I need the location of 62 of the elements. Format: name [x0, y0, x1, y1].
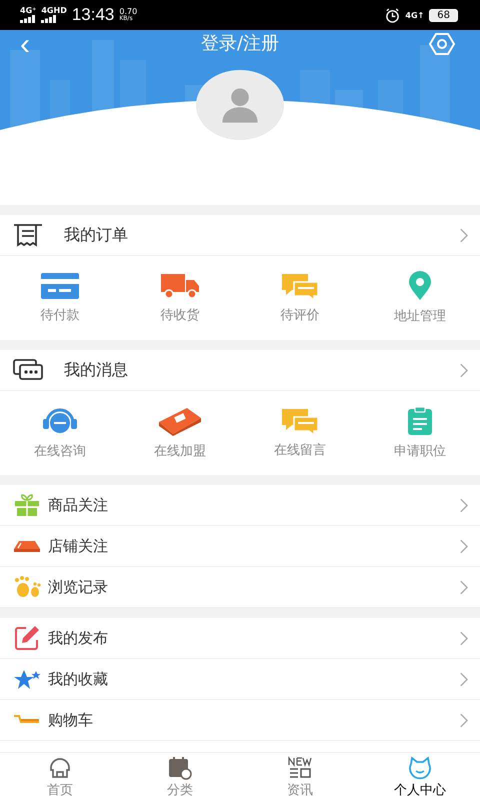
menu-item[interactable]: 店铺关注: [0, 526, 480, 567]
chevron-right-icon: [459, 672, 468, 686]
chevron-right-icon: [459, 712, 468, 728]
back-button[interactable]: ‹: [20, 30, 30, 60]
shortcut-item[interactable]: 待收货: [120, 272, 240, 324]
chevron-right-icon: [459, 228, 468, 242]
footprints-icon: [12, 575, 42, 599]
network-label: 4G⁺: [20, 7, 36, 15]
section-title: 我的消息: [64, 360, 129, 380]
menu-label: 商品关注: [48, 496, 109, 514]
shortcut-label: 申请职位: [394, 443, 446, 460]
shortcut-item[interactable]: 待评价: [240, 272, 360, 324]
menu-item[interactable]: 我的发布: [0, 618, 480, 659]
news-icon: [287, 756, 313, 780]
section-header[interactable]: 我的订单: [0, 215, 480, 256]
page-title[interactable]: 登录/注册: [160, 32, 320, 56]
settings-button[interactable]: [428, 32, 456, 56]
shortcut-label: 待付款: [40, 307, 80, 324]
clock: 13:43: [72, 5, 114, 25]
menu-item[interactable]: 我的收藏: [0, 659, 480, 700]
menu-item[interactable]: 购物车: [0, 700, 480, 741]
chevron-right-icon: [459, 630, 468, 646]
gift-icon: [12, 493, 42, 517]
shortcut-item[interactable]: 在线咨询: [0, 406, 120, 460]
section-header[interactable]: 我的消息: [0, 350, 480, 391]
chevron-right-icon: [459, 362, 468, 378]
network-label: 4G↑: [405, 10, 424, 20]
tab[interactable]: 个人中心: [360, 753, 480, 800]
shortcut-item[interactable]: 在线加盟: [120, 406, 240, 460]
network-label: 4GHD: [41, 7, 67, 15]
menu-item[interactable]: 商品关注: [0, 485, 480, 526]
shortcut-item[interactable]: 在线留言: [240, 407, 360, 459]
signal-icon: [20, 15, 36, 23]
home-icon: [47, 756, 73, 780]
smiling-face-icon: [407, 756, 433, 780]
shortcut-label: 待评价: [280, 307, 320, 324]
tab[interactable]: 资讯: [240, 753, 360, 800]
network-speed: 0.70: [119, 8, 138, 16]
tab[interactable]: 分类: [120, 753, 240, 800]
section-title: 我的订单: [64, 224, 129, 246]
alarm-icon: [385, 8, 400, 22]
chevron-right-icon: [459, 580, 468, 594]
battery-indicator: 68: [429, 8, 458, 22]
shortcut-label: 待收货: [160, 307, 200, 324]
menu-label: 购物车: [48, 710, 94, 730]
shortcut-label: 在线留言: [274, 442, 326, 459]
shortcut-item[interactable]: 地址管理: [360, 271, 480, 325]
shortcut-item[interactable]: 申请职位: [360, 406, 480, 460]
menu-label: 店铺关注: [48, 536, 109, 556]
tab[interactable]: 首页: [0, 753, 120, 800]
shortcut-item[interactable]: 待付款: [0, 272, 120, 324]
shortcut-label: 在线加盟: [154, 443, 206, 460]
pencil-icon: [12, 625, 42, 651]
chevron-right-icon: [459, 538, 468, 554]
shortcut-label: 在线咨询: [34, 443, 86, 460]
signal-icon: [41, 15, 58, 23]
menu-label: 我的收藏: [48, 670, 109, 688]
menu-label: 我的发布: [48, 628, 109, 648]
menu-label: 浏览记录: [48, 578, 109, 596]
shortcut-label: 地址管理: [394, 308, 446, 325]
chevron-right-icon: [459, 498, 468, 512]
calendar-cloud-icon: [167, 756, 193, 780]
